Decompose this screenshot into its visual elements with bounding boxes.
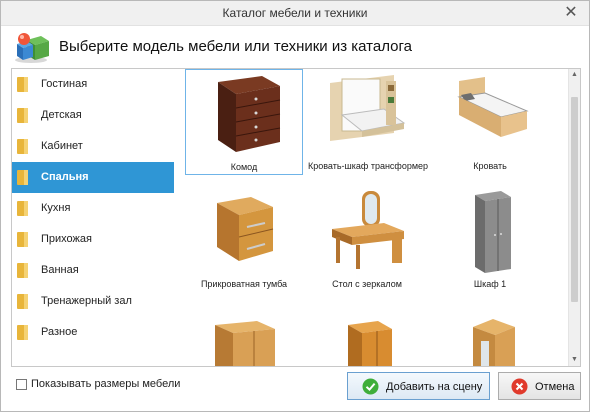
catalog-item-label: Прикроватная тумба: [200, 279, 288, 289]
wardrobe-2-icon: [215, 321, 275, 366]
catalog-item-wall-bed[interactable]: Кровать-шкаф трансформер: [308, 69, 429, 175]
cancel-icon: [511, 378, 528, 395]
nightstand-icon: [217, 197, 274, 261]
close-button[interactable]: ✕: [561, 4, 581, 22]
catalog-scrollbar[interactable]: ▲ ▼: [568, 69, 580, 366]
catalog-item-bed[interactable]: Кровать: [431, 69, 549, 175]
sidebar-item-label: Кухня: [41, 202, 71, 214]
catalog-item-label: Кровать-шкаф трансформер: [308, 161, 429, 171]
sidebar-item-label: Кабинет: [41, 140, 83, 152]
category-sidebar: Гостиная Детская Кабинет Спальня Кухня П…: [12, 69, 185, 366]
show-sizes-checkbox[interactable]: [16, 379, 27, 390]
dressing-table-icon: [332, 191, 404, 269]
sidebar-item-label: Гостиная: [41, 78, 88, 90]
catalog-item-label: Кровать: [473, 161, 507, 171]
sidebar-item-bedroom[interactable]: Спальня: [12, 162, 185, 193]
folder-icon: [17, 201, 28, 216]
catalog-dialog: Каталог мебели и техники ✕ Выберите моде…: [0, 0, 590, 412]
sidebar-item-label: Разное: [41, 326, 78, 338]
scroll-down-arrow-icon[interactable]: ▼: [569, 354, 580, 366]
catalog-item-wardrobe-3[interactable]: [308, 315, 426, 366]
chest-of-drawers-icon: [218, 76, 281, 152]
catalog-item-label: Шкаф 1: [473, 279, 507, 289]
folder-icon: [17, 294, 28, 309]
sidebar-item-label: Спальня: [41, 171, 89, 183]
wardrobe-3-icon: [348, 321, 392, 366]
scrollbar-thumb[interactable]: [571, 97, 578, 302]
wardrobe-icon: [475, 191, 511, 273]
folder-icon: [17, 139, 28, 154]
folder-icon: [17, 108, 28, 123]
sidebar-item-kids-room[interactable]: Детская: [12, 100, 174, 131]
cancel-label: Отмена: [535, 381, 575, 393]
wall-bed-icon: [330, 75, 406, 141]
folder-icon: [17, 263, 28, 278]
corner-wardrobe-icon: [473, 319, 515, 366]
catalog-item-chest-of-drawers[interactable]: Комод: [185, 69, 303, 175]
folder-icon: [17, 77, 28, 92]
catalog-item-label: Стол с зеркалом: [332, 279, 402, 289]
catalog-item-nightstand[interactable]: Прикроватная тумба: [185, 187, 303, 293]
catalog-grid: Комод Кровать-шкаф трансформер Кровать П…: [174, 69, 569, 366]
page-title: Выберите модель мебели или техники из ка…: [59, 38, 412, 55]
sidebar-item-label: Прихожая: [41, 233, 92, 245]
catalog-item-corner-wardrobe[interactable]: [431, 315, 549, 366]
scroll-up-arrow-icon[interactable]: ▲: [569, 69, 580, 81]
dialog-footer: Показывать размеры мебели Добавить на сц…: [1, 367, 589, 411]
folder-icon: [17, 232, 28, 247]
sidebar-item-gym[interactable]: Тренажерный зал: [12, 286, 174, 317]
catalog-item-dressing-table[interactable]: Стол с зеркалом: [308, 187, 426, 293]
sidebar-item-living-room[interactable]: Гостиная: [12, 69, 174, 100]
checkmark-icon: [362, 378, 379, 395]
sidebar-item-study[interactable]: Кабинет: [12, 131, 174, 162]
sidebar-item-misc[interactable]: Разное: [12, 317, 174, 348]
catalog-item-wardrobe-1[interactable]: Шкаф 1: [431, 187, 549, 293]
folder-icon: [17, 170, 28, 185]
sidebar-item-bathroom[interactable]: Ванная: [12, 255, 174, 286]
sidebar-item-kitchen[interactable]: Кухня: [12, 193, 174, 224]
show-sizes-label: Показывать размеры мебели: [31, 378, 181, 390]
sidebar-item-label: Детская: [41, 109, 82, 121]
add-to-scene-label: Добавить на сцену: [386, 381, 483, 393]
bed-icon: [457, 77, 529, 137]
catalog-panel: Гостиная Детская Кабинет Спальня Кухня П…: [11, 68, 581, 367]
folder-icon: [17, 325, 28, 340]
dialog-header: Выберите модель мебели или техники из ка…: [1, 26, 589, 66]
sidebar-item-hallway[interactable]: Прихожая: [12, 224, 174, 255]
add-to-scene-button[interactable]: Добавить на сцену: [347, 372, 490, 400]
furniture-catalog-logo-icon: [15, 33, 49, 63]
sidebar-item-label: Ванная: [41, 264, 79, 276]
window-title: Каталог мебели и техники: [222, 6, 368, 20]
catalog-item-wardrobe-2[interactable]: [185, 315, 303, 366]
sidebar-item-label: Тренажерный зал: [41, 295, 132, 307]
title-bar: Каталог мебели и техники ✕: [1, 1, 589, 26]
cancel-button[interactable]: Отмена: [498, 372, 581, 400]
catalog-item-label: Комод: [230, 162, 258, 172]
